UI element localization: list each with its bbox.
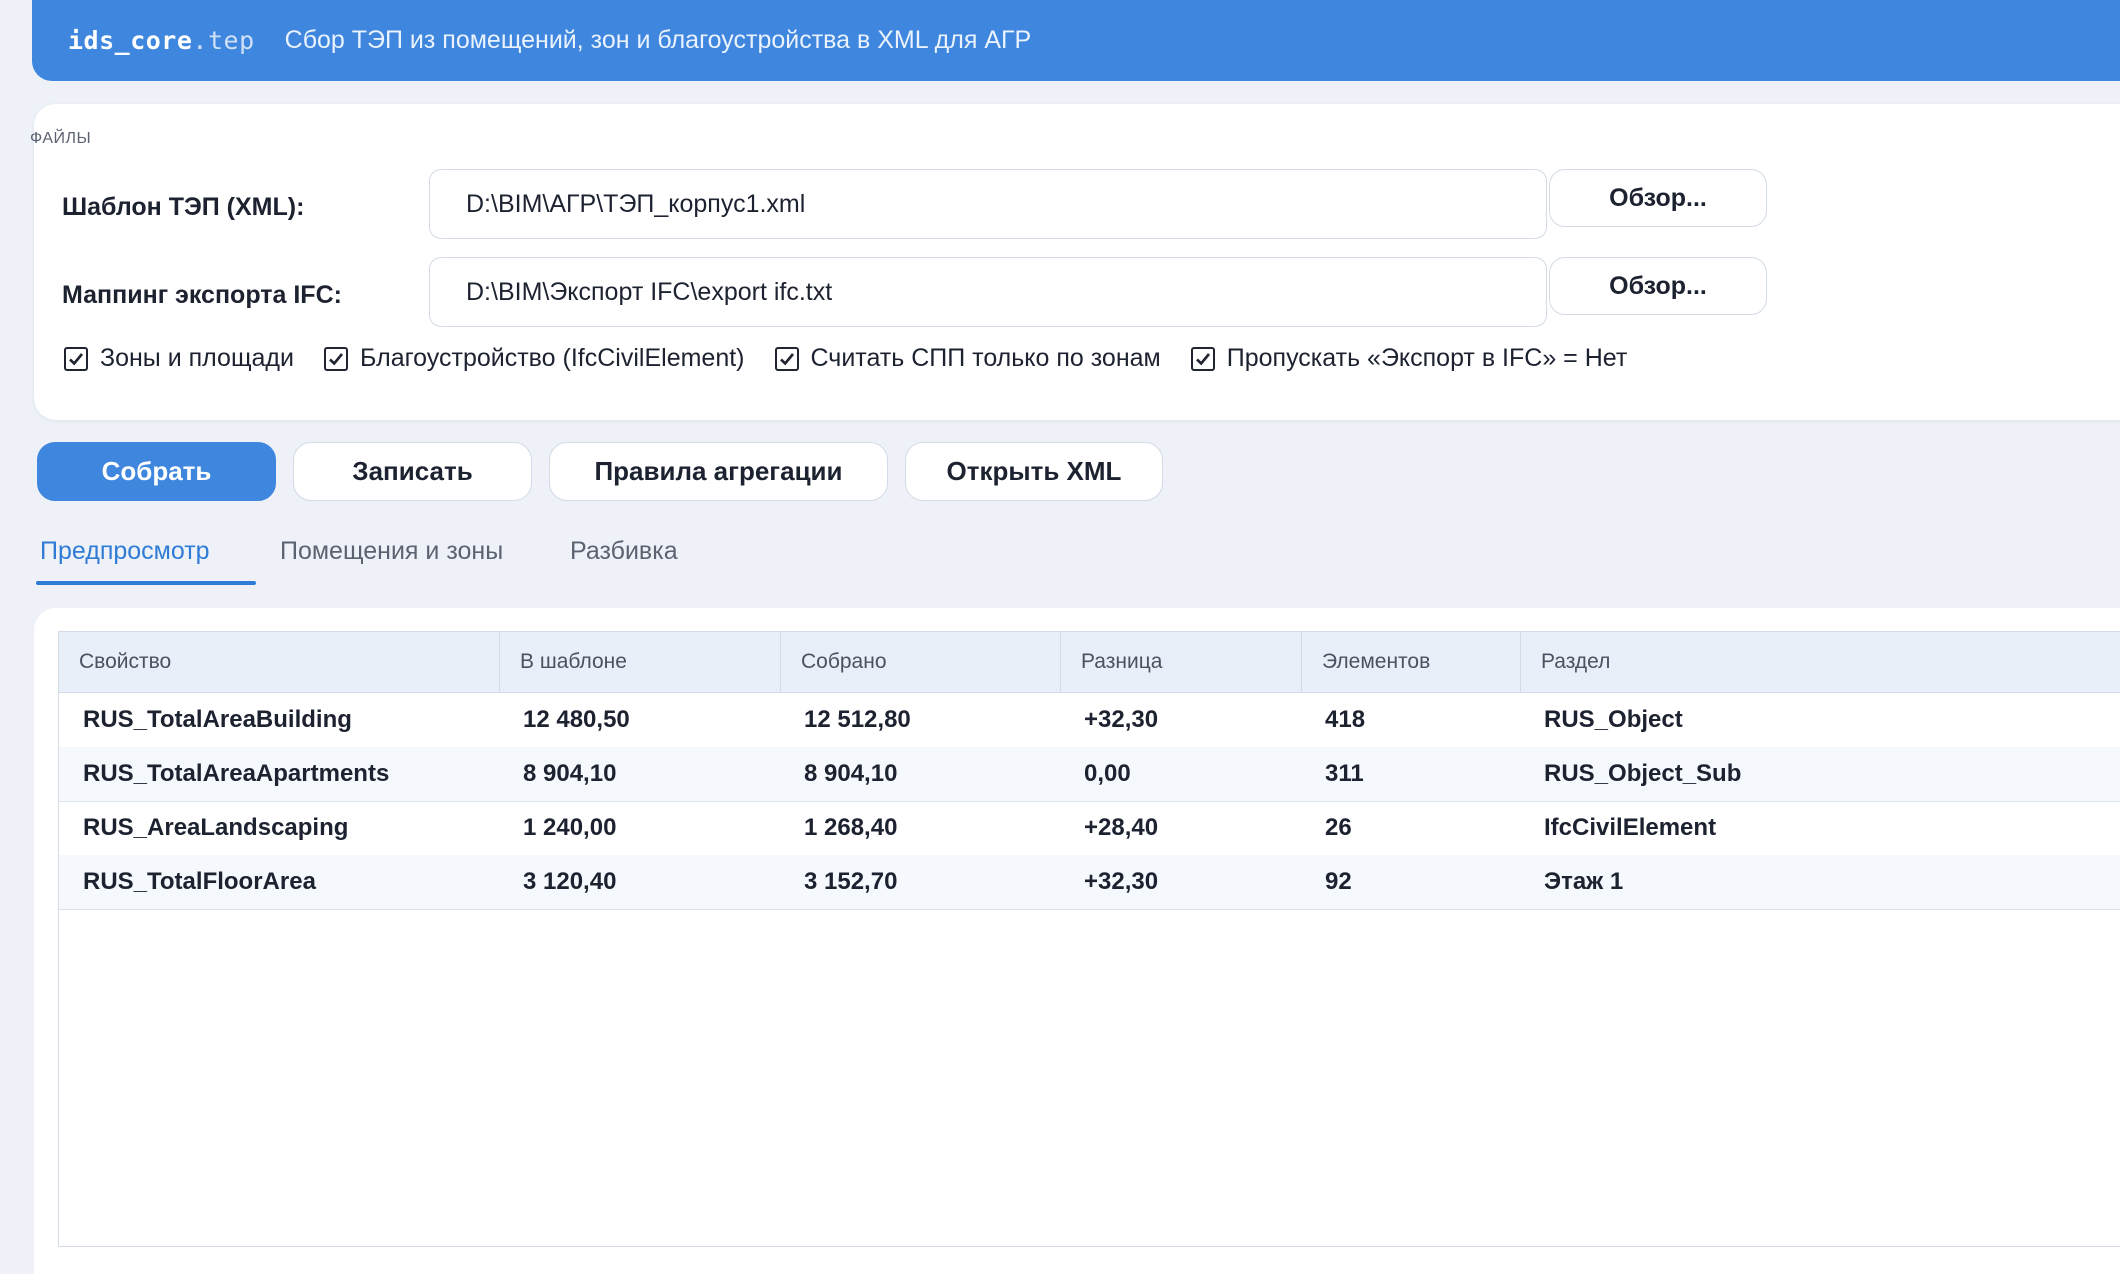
cell-elements: 26 — [1325, 814, 1352, 841]
table-row[interactable]: RUS_TotalAreaApartments 8 904,10 8 904,1… — [59, 747, 2120, 802]
table-row[interactable]: RUS_TotalFloorArea 3 120,40 3 152,70 +32… — [59, 855, 2120, 910]
cell-elements: 418 — [1325, 706, 1366, 733]
app-brand: ids_core.tep — [68, 26, 255, 55]
cell-section: RUS_Object — [1544, 706, 1683, 733]
cell-section: IfcCivilElement — [1544, 814, 1717, 841]
cell-difference: +32,30 — [1084, 868, 1159, 895]
template-path-input[interactable]: D:\BIM\АГР\ТЭП_корпус1.xml — [429, 169, 1547, 239]
option-label: Пропускать «Экспорт в IFC» = Нет — [1226, 344, 1628, 372]
cell-property: RUS_TotalAreaBuilding — [83, 706, 352, 733]
option-spp-zones-only[interactable]: Считать СПП только по зонам — [774, 344, 1161, 373]
option-label: Зоны и площади — [100, 344, 294, 372]
cell-template: 1 240,00 — [523, 814, 617, 841]
collect-button[interactable]: Собрать — [37, 442, 276, 501]
write-button[interactable]: Записать — [293, 442, 532, 501]
tab-preview[interactable]: Предпросмотр — [40, 537, 210, 566]
cell-difference: +28,40 — [1084, 814, 1159, 841]
cell-section: Этаж 1 — [1544, 868, 1624, 895]
cell-collected: 1 268,40 — [804, 814, 898, 841]
cell-template: 3 120,40 — [523, 868, 617, 895]
table-row[interactable]: RUS_AreaLandscaping 1 240,00 1 268,40 +2… — [59, 801, 2120, 856]
option-zones-areas[interactable]: Зоны и площади — [64, 344, 294, 373]
checkbox-checked-icon[interactable] — [64, 346, 88, 371]
open-xml-button[interactable]: Открыть XML — [905, 442, 1163, 501]
files-section-label: ФАЙЛЫ — [30, 130, 92, 147]
app-subtitle: Сбор ТЭП из помещений, зон и благоустрой… — [284, 26, 1032, 54]
checkbox-checked-icon[interactable] — [323, 346, 348, 371]
options-row: Зоны и площади Благоустройство (IfcCivil… — [64, 344, 1657, 373]
mapping-path-input[interactable]: D:\BIM\Экспорт IFC\export ifc.txt — [429, 257, 1547, 327]
checkbox-checked-icon[interactable] — [1190, 346, 1215, 371]
option-label: Считать СПП только по зонам — [810, 344, 1161, 372]
app-brand-main: ids_core — [68, 26, 193, 55]
cell-collected: 3 152,70 — [804, 868, 898, 895]
mapping-browse-button[interactable]: Обзор... — [1549, 257, 1767, 315]
app-header: ids_core.tep Сбор ТЭП из помещений, зон … — [32, 0, 2120, 81]
preview-table: Свойство В шаблоне Собрано Разница Элеме… — [58, 631, 2120, 1247]
cell-difference: 0,00 — [1084, 760, 1131, 787]
cell-elements: 311 — [1325, 760, 1364, 787]
tab-rooms-zones[interactable]: Помещения и зоны — [280, 537, 503, 566]
column-header-elements[interactable]: Элементов — [1301, 632, 1520, 692]
aggregation-rules-button[interactable]: Правила агрегации — [549, 442, 888, 501]
table-row[interactable]: RUS_TotalAreaBuilding 12 480,50 12 512,8… — [59, 693, 2120, 748]
tab-breakdown[interactable]: Разбивка — [570, 537, 678, 566]
option-label: Благоустройство (IfcCivilElement) — [359, 344, 745, 372]
cell-template: 8 904,10 — [523, 760, 617, 787]
table-header: Свойство В шаблоне Собрано Разница Элеме… — [59, 632, 2120, 693]
option-skip-ifc-export-no[interactable]: Пропускать «Экспорт в IFC» = Нет — [1190, 344, 1628, 373]
cell-property: RUS_AreaLandscaping — [83, 814, 349, 841]
column-header-template[interactable]: В шаблоне — [499, 632, 780, 692]
cell-section: RUS_Object_Sub — [1544, 760, 1742, 787]
app-brand-ext: .tep — [192, 26, 255, 55]
cell-property: RUS_TotalFloorArea — [83, 868, 316, 895]
column-header-difference[interactable]: Разница — [1060, 632, 1301, 692]
cell-collected: 12 512,80 — [804, 706, 911, 733]
column-header-property[interactable]: Свойство — [59, 632, 499, 692]
template-label: Шаблон ТЭП (XML): — [62, 193, 305, 221]
cell-elements: 92 — [1325, 868, 1352, 895]
column-header-collected[interactable]: Собрано — [780, 632, 1060, 692]
template-browse-button[interactable]: Обзор... — [1549, 169, 1767, 227]
cell-property: RUS_TotalAreaApartments — [83, 760, 390, 787]
cell-difference: +32,30 — [1084, 706, 1159, 733]
active-tab-indicator — [36, 581, 256, 585]
cell-template: 12 480,50 — [523, 706, 630, 733]
column-header-section[interactable]: Раздел — [1520, 632, 2120, 692]
checkbox-checked-icon[interactable] — [774, 346, 799, 371]
mapping-label: Маппинг экспорта IFC: — [62, 281, 342, 309]
cell-collected: 8 904,10 — [804, 760, 898, 787]
option-landscaping[interactable]: Благоустройство (IfcCivilElement) — [323, 344, 745, 373]
